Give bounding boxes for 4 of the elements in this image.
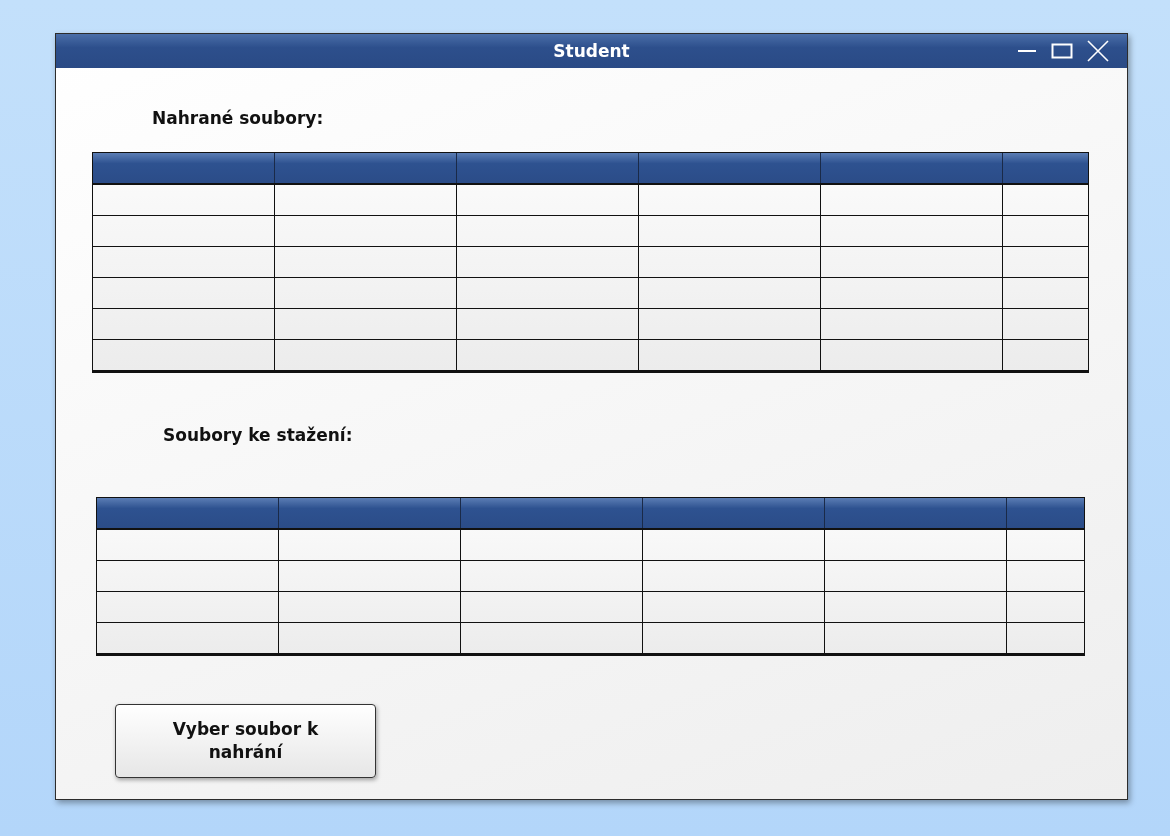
upload-file-button[interactable]: Vyber soubor k nahrání	[115, 704, 376, 778]
section-heading: Nahrané soubory:	[152, 108, 325, 128]
section-heading: Soubory ke stažení:	[163, 425, 354, 445]
window-title: Student	[553, 41, 630, 61]
